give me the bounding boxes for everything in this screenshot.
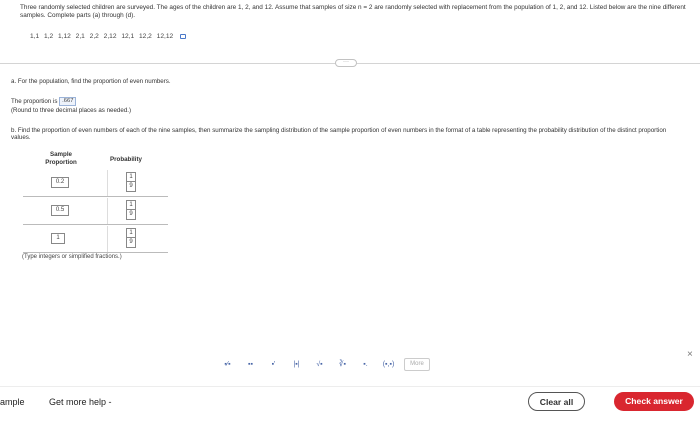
numerator-input[interactable]: 1 bbox=[126, 228, 136, 238]
part-a-answer-input[interactable]: .667 bbox=[59, 97, 77, 106]
denominator-input[interactable]: 9 bbox=[126, 238, 136, 248]
part-a-answer-prefix: The proportion is bbox=[11, 98, 58, 106]
more-tools-button[interactable]: More bbox=[404, 357, 430, 371]
fraction-tool-icon[interactable]: ▪⁄▪ bbox=[220, 358, 235, 371]
denominator-input[interactable]: 9 bbox=[126, 210, 136, 220]
square-root-tool-icon[interactable]: √▪ bbox=[312, 358, 327, 371]
get-more-help-menu[interactable]: Get more help - bbox=[49, 397, 112, 407]
close-toolbar-icon[interactable]: × bbox=[687, 349, 693, 360]
problem-statement: Three randomly selected children are sur… bbox=[20, 4, 686, 19]
samples-text: 1,1 1,2 1,12 2,1 2,2 2,12 12,1 12,2 12,1… bbox=[30, 33, 174, 40]
numerator-input[interactable]: 1 bbox=[126, 200, 136, 210]
column-header-sample-proportion: Sample Proportion bbox=[45, 151, 77, 166]
samples-list: 1,1 1,2 1,12 2,1 2,2 2,12 12,1 12,2 12,1… bbox=[30, 33, 186, 40]
column-header-probability: Probability bbox=[110, 156, 142, 163]
part-a-answer-line: The proportion is .667 bbox=[11, 97, 77, 106]
decimal-tool-icon[interactable]: ▪. bbox=[358, 358, 373, 371]
probability-fraction[interactable]: 1 9 bbox=[126, 228, 136, 248]
part-a-rounding-note: (Round to three decimal places as needed… bbox=[11, 107, 132, 114]
clear-all-button[interactable]: Clear all bbox=[528, 392, 585, 411]
mixed-number-tool-icon[interactable]: ▪▪ bbox=[243, 358, 258, 371]
table-row-divider bbox=[23, 224, 168, 225]
column-divider bbox=[107, 226, 108, 252]
table-row-divider bbox=[23, 196, 168, 197]
sample-proportion-input[interactable]: 0.5 bbox=[51, 205, 69, 216]
table-row-divider bbox=[23, 252, 168, 253]
exponent-tool-icon[interactable]: ▪' bbox=[266, 358, 281, 371]
sample-proportion-input[interactable]: 0.2 bbox=[51, 177, 69, 188]
part-b-question: b. Find the proportion of even numbers o… bbox=[11, 127, 667, 142]
denominator-input[interactable]: 9 bbox=[126, 182, 136, 192]
column-divider bbox=[107, 198, 108, 224]
ordered-pair-tool-icon[interactable]: (▪,▪) bbox=[381, 358, 396, 371]
numerator-input[interactable]: 1 bbox=[126, 172, 136, 182]
sample-proportion-input[interactable]: 1 bbox=[51, 233, 65, 244]
probability-fraction[interactable]: 1 9 bbox=[126, 200, 136, 220]
absolute-value-tool-icon[interactable]: |▪| bbox=[289, 358, 304, 371]
cube-root-tool-icon[interactable]: ∛▪ bbox=[335, 358, 350, 371]
expand-ellipsis-button[interactable]: ··· bbox=[335, 59, 357, 67]
table-row: 0.5 1 9 bbox=[23, 198, 168, 224]
math-input-toolbar: ▪⁄▪ ▪▪ ▪' |▪| √▪ ∛▪ ▪. (▪,▪) More bbox=[220, 357, 430, 371]
example-link[interactable]: ample bbox=[0, 397, 25, 407]
copy-data-icon[interactable] bbox=[180, 33, 186, 39]
probability-fraction[interactable]: 1 9 bbox=[126, 172, 136, 192]
table-row: 1 1 9 bbox=[23, 226, 168, 252]
part-a-question: a. For the population, find the proporti… bbox=[11, 78, 171, 85]
check-answer-button[interactable]: Check answer bbox=[614, 392, 694, 411]
table-row: 0.2 1 9 bbox=[23, 170, 168, 196]
input-format-hint: (Type integers or simplified fractions.) bbox=[22, 254, 122, 260]
column-divider bbox=[107, 170, 108, 196]
